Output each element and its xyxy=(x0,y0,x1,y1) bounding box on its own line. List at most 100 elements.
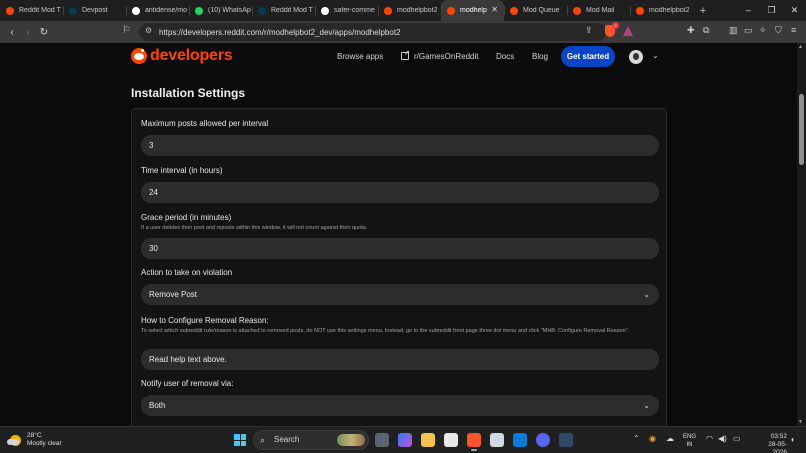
tray-cloud-icon[interactable]: ☁ xyxy=(666,434,674,443)
extensions-icon[interactable]: ✚ xyxy=(687,25,695,36)
nav-blog[interactable]: Blog xyxy=(532,52,548,61)
new-tab-button[interactable]: + xyxy=(693,5,713,17)
clock-date: 28-05-2026 xyxy=(768,441,787,453)
discord-icon[interactable] xyxy=(536,433,550,447)
app-icon[interactable] xyxy=(559,433,573,447)
max-posts-input[interactable]: 3 xyxy=(141,135,659,156)
brave-shields-icon[interactable]: 2 xyxy=(605,22,619,37)
scroll-down-arrow-icon[interactable]: ▼ xyxy=(798,419,803,425)
scroll-up-arrow-icon[interactable]: ▲ xyxy=(798,44,803,50)
nav-docs[interactable]: Docs xyxy=(496,52,514,61)
field-label: Grace period (in minutes) xyxy=(141,213,232,222)
bookmark-icon[interactable]: ⚐ xyxy=(122,25,131,36)
region-code: IN xyxy=(686,442,693,448)
notify-user-select[interactable]: Both ⌄ xyxy=(141,395,659,416)
copilot-icon[interactable] xyxy=(398,433,412,447)
nav-browse-apps[interactable]: Browse apps xyxy=(337,52,383,61)
window-controls: – ❐ ✕ xyxy=(737,0,806,21)
vpn-icon[interactable]: ⛉ xyxy=(775,25,782,36)
browser-tab-label: Mod Queue xyxy=(523,7,560,14)
minimize-button[interactable]: – xyxy=(737,0,760,21)
brave-browser-icon[interactable] xyxy=(467,433,481,451)
reload-icon[interactable]: ↻ xyxy=(36,27,52,38)
leo-ai-icon[interactable]: ✧ xyxy=(759,25,767,36)
volume-icon[interactable]: ◀) xyxy=(718,434,727,443)
browser-tab-label: (10) WhatsAp xyxy=(208,7,251,14)
field-label: How to Configure Removal Reason: xyxy=(141,316,269,325)
forward-arrow-icon[interactable]: › xyxy=(20,27,36,38)
share-icon[interactable]: ⇪ xyxy=(585,25,593,36)
field-grace-period: Grace period (in minutes) If a user dele… xyxy=(141,213,659,259)
language-indicator[interactable]: ENG IN xyxy=(683,433,696,449)
browser-tab-label: modhelpbot2 xyxy=(397,7,438,14)
browser-tab[interactable]: Reddit Mod T xyxy=(252,0,315,21)
browser-tab[interactable]: (10) WhatsAp xyxy=(189,0,252,21)
developers-logo[interactable]: developers xyxy=(131,47,233,65)
browser-tab[interactable]: Mod Queue xyxy=(504,0,567,21)
chevron-down-icon: ⌄ xyxy=(643,401,650,410)
notification-bell-icon[interactable]: ◖ xyxy=(790,435,795,444)
search-icon: ⌕ xyxy=(260,435,266,445)
browser-tab[interactable]: modhelpbot2 xyxy=(630,0,693,21)
chevron-down-icon[interactable]: ⌄ xyxy=(652,51,659,60)
time-interval-input[interactable]: 24 xyxy=(141,182,659,203)
reddit-icon xyxy=(573,6,581,15)
browser-tab[interactable]: modhelpbot2 xyxy=(378,0,441,21)
nav-subreddit-link[interactable]: r/GamesOnReddit xyxy=(401,49,478,61)
system-clock[interactable]: 03:52 28-05-2026 xyxy=(761,433,787,453)
field-label: Maximum posts allowed per interval xyxy=(141,119,269,128)
violation-action-select[interactable]: Remove Post ⌄ xyxy=(141,284,659,305)
browser-tab[interactable]: Devpost xyxy=(63,0,126,21)
start-button[interactable] xyxy=(234,434,246,446)
search-label: Search xyxy=(274,435,300,444)
browser-tab[interactable]: safer-comme xyxy=(315,0,378,21)
menu-icon[interactable]: ≡ xyxy=(791,25,796,35)
browser-tab-label: antidense/mo xyxy=(145,7,188,14)
back-arrow-icon[interactable]: ‹ xyxy=(4,27,20,38)
sidebar-icon[interactable]: ▥ xyxy=(729,25,738,36)
browser-tab[interactable]: modhelp ✕ xyxy=(441,0,504,21)
weather-widget[interactable]: 28°C Mostly clear xyxy=(7,432,62,448)
browser-tab[interactable]: antidense/mo xyxy=(126,0,189,21)
chevron-down-icon: ⌄ xyxy=(643,290,650,299)
reddit-snoo-icon xyxy=(131,48,147,64)
task-view-icon[interactable] xyxy=(375,433,389,447)
page-scrollbar[interactable]: ▲ ▼ xyxy=(797,43,806,426)
browser-tab-strip: Reddit Mod T Devpost antidense/mo (10) What… xyxy=(0,0,806,21)
weather-condition: Mostly clear xyxy=(27,440,62,447)
browser-toolbar: ‹ › ↻ ⚐ ⚙ https://developers.reddit.com/… xyxy=(0,21,806,43)
scrollbar-thumb[interactable] xyxy=(799,94,804,165)
field-help-text: To select which subreddit rule/reason is… xyxy=(141,328,630,334)
screenshot-icon[interactable]: ⧉ xyxy=(703,25,709,36)
vscode-icon[interactable] xyxy=(513,433,527,447)
site-settings-icon[interactable]: ⚙ xyxy=(145,26,152,35)
field-violation-action: Action to take on violation Remove Post … xyxy=(141,268,659,305)
restore-button[interactable]: ❐ xyxy=(760,0,783,21)
browser-tab[interactable]: Mod Mail xyxy=(567,0,630,21)
field-label: Action to take on violation xyxy=(141,268,233,277)
close-tab-icon[interactable]: ✕ xyxy=(491,5,498,14)
tray-app-icon[interactable]: ◉ xyxy=(649,434,656,443)
grace-period-input[interactable]: 30 xyxy=(141,238,659,259)
page-title: Installation Settings xyxy=(131,86,246,100)
reddit-icon xyxy=(636,6,644,15)
whatsapp-icon xyxy=(195,6,203,15)
wifi-icon[interactable]: ◠ xyxy=(706,434,713,443)
address-bar[interactable]: ⚙ https://developers.reddit.com/r/modhel… xyxy=(139,23,607,41)
wallet-icon[interactable]: ▭ xyxy=(744,25,753,36)
devpost-icon xyxy=(258,6,266,15)
battery-icon[interactable]: ▭ xyxy=(733,434,741,443)
snipping-tool-icon[interactable] xyxy=(490,433,504,447)
store-icon[interactable] xyxy=(444,433,458,447)
brave-rewards-icon[interactable] xyxy=(623,26,633,36)
removal-reason-input[interactable]: Read help text above. xyxy=(141,349,659,370)
close-window-button[interactable]: ✕ xyxy=(783,0,806,21)
taskbar-search[interactable]: ⌕ Search xyxy=(253,430,369,450)
reddit-icon xyxy=(447,6,455,15)
browser-tab[interactable]: Reddit Mod T xyxy=(0,0,63,21)
field-removal-reason: How to Configure Removal Reason: To sele… xyxy=(141,316,659,370)
file-explorer-icon[interactable] xyxy=(421,433,435,447)
get-started-button[interactable]: Get started xyxy=(561,46,615,67)
avatar[interactable] xyxy=(629,50,643,64)
tray-overflow-icon[interactable]: ⌃ xyxy=(633,434,640,443)
